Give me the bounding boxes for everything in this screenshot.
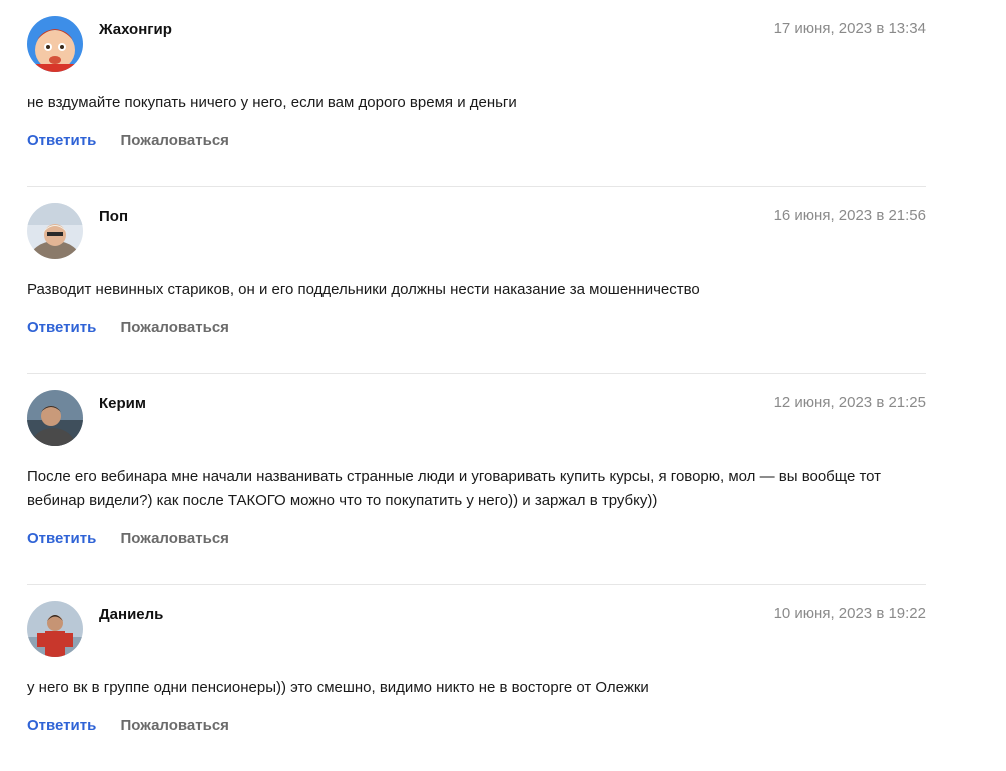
comment-text: у него вк в группе одни пенсионеры)) это… xyxy=(27,679,649,696)
comment-actions: Ответить Пожаловаться xyxy=(27,717,229,734)
comment-author[interactable]: Даниель xyxy=(99,606,163,623)
comment-date: 10 июня, 2023 в 19:22 xyxy=(773,605,926,622)
comment-item: Поп 16 июня, 2023 в 21:56 Разводит невин… xyxy=(27,187,926,374)
comment-item: Керим 12 июня, 2023 в 21:25 После его ве… xyxy=(27,374,926,585)
reply-button[interactable]: Ответить xyxy=(27,717,96,734)
comment-author[interactable]: Керим xyxy=(99,395,146,412)
comment-date: 16 июня, 2023 в 21:56 xyxy=(773,207,926,224)
reply-button[interactable]: Ответить xyxy=(27,132,96,149)
comment-text: После его вебинара мне начали названиват… xyxy=(27,468,882,509)
comments-list: Жахонгир 17 июня, 2023 в 13:34 не вздума… xyxy=(27,0,926,771)
comment-actions: Ответить Пожаловаться xyxy=(27,319,229,336)
user-photo-avatar-icon[interactable] xyxy=(27,203,83,259)
comment-author[interactable]: Поп xyxy=(99,208,128,225)
comment-actions: Ответить Пожаловаться xyxy=(27,132,229,149)
comment-date: 12 июня, 2023 в 21:25 xyxy=(773,394,926,411)
comment-author[interactable]: Жахонгир xyxy=(99,21,172,38)
comment-date: 17 июня, 2023 в 13:34 xyxy=(773,20,926,37)
reply-button[interactable]: Ответить xyxy=(27,319,96,336)
report-button[interactable]: Пожаловаться xyxy=(121,717,229,734)
user-photo-avatar-icon[interactable] xyxy=(27,601,83,657)
user-photo-avatar-icon[interactable] xyxy=(27,390,83,446)
comment-text: Разводит невинных стариков, он и его под… xyxy=(27,281,700,298)
comment-item: Даниель 10 июня, 2023 в 19:22 у него вк … xyxy=(27,585,926,771)
comment-text: не вздумайте покупать ничего у него, есл… xyxy=(27,94,517,111)
reply-button[interactable]: Ответить xyxy=(27,530,96,547)
comment-actions: Ответить Пожаловаться xyxy=(27,530,229,547)
report-button[interactable]: Пожаловаться xyxy=(121,319,229,336)
cartoon-baby-avatar-icon[interactable] xyxy=(27,16,83,72)
report-button[interactable]: Пожаловаться xyxy=(121,132,229,149)
comment-item: Жахонгир 17 июня, 2023 в 13:34 не вздума… xyxy=(27,0,926,187)
report-button[interactable]: Пожаловаться xyxy=(121,530,229,547)
